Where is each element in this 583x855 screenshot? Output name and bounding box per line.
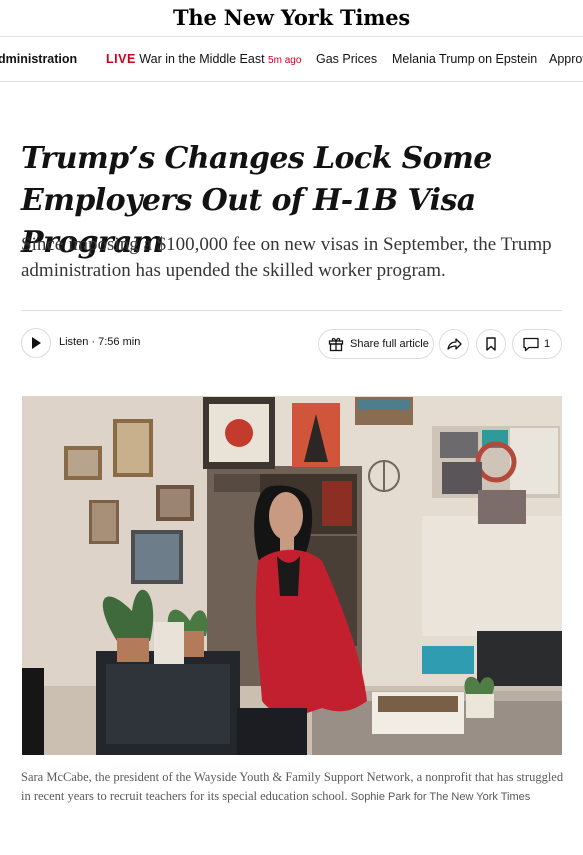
photo-caption: Sara McCabe, the president of the Waysid… — [21, 768, 566, 807]
article-photo — [22, 396, 562, 755]
article-summary: Since imposing a $100,000 fee on new vis… — [21, 234, 552, 281]
photo-credit: Sophie Park for The New York Times — [350, 791, 531, 803]
comment-count: 1 — [544, 338, 551, 350]
share-arrow-icon — [447, 338, 462, 350]
live-badge: LIVE — [106, 52, 136, 66]
nav-item-approval[interactable]: Approv — [549, 52, 583, 66]
save-button[interactable] — [476, 329, 506, 359]
article-toolbar: Listen · 7:56 min Share full article 1 — [0, 326, 583, 362]
play-icon — [32, 337, 41, 349]
share-label: Share full article — [350, 338, 429, 350]
nav-item-timestamp: 5m ago — [268, 55, 302, 66]
nav-item-gas-prices[interactable]: Gas Prices — [316, 52, 377, 66]
comments-button[interactable]: 1 — [512, 329, 562, 359]
nyt-logo[interactable]: The New York Times — [173, 5, 410, 30]
listen-button[interactable] — [21, 328, 51, 358]
nav-item-live-war[interactable]: LIVE War in the Middle East 5m ago — [106, 52, 301, 66]
top-nav: dministration LIVE War in the Middle Eas… — [0, 36, 583, 82]
headline-line-1: Trump’s Changes Lock Some — [21, 141, 492, 176]
masthead: The New York Times — [0, 0, 583, 34]
divider — [21, 310, 562, 311]
nav-item-melania-trump[interactable]: Melania Trump on Epstein — [392, 52, 537, 66]
listen-label[interactable]: Listen · 7:56 min — [59, 336, 140, 348]
nav-item-administration[interactable]: dministration — [0, 52, 77, 66]
gift-icon — [328, 337, 344, 352]
share-button[interactable] — [439, 329, 469, 359]
nav-item-label: War in the Middle East — [139, 52, 265, 66]
share-full-article-button[interactable]: Share full article — [318, 329, 434, 359]
bookmark-icon — [486, 337, 496, 351]
comment-icon — [523, 337, 539, 352]
